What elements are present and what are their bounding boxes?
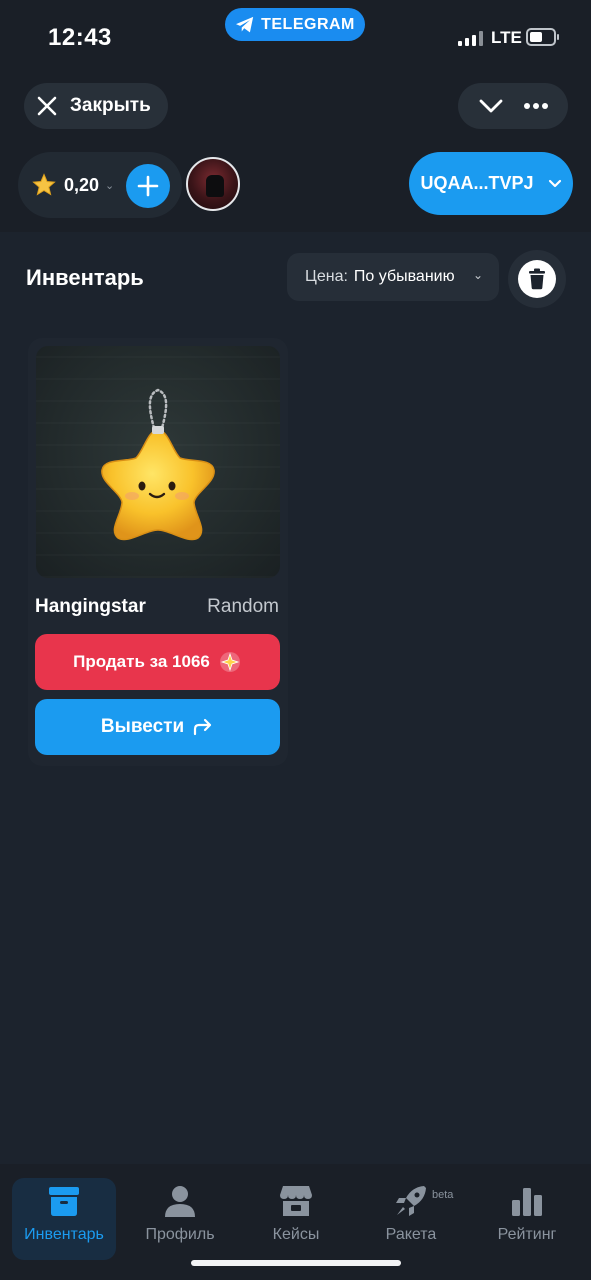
shop-icon <box>280 1186 312 1216</box>
beta-badge: beta <box>432 1189 454 1201</box>
nav-item-profile[interactable]: Профиль <box>128 1178 232 1260</box>
rocket-icon <box>396 1186 426 1216</box>
mini-app-screen: 12:43 TELEGRAM LTE Закрыть 0,20 ⌄ UQAA..… <box>0 0 591 1280</box>
close-icon <box>37 96 57 116</box>
share-arrow-icon <box>194 718 212 736</box>
withdraw-button[interactable]: Вывести <box>35 699 280 755</box>
nav-label-rocket: Ракета <box>385 1226 437 1243</box>
menu-pill <box>458 83 568 129</box>
signal-icon <box>458 30 483 46</box>
chevron-down-icon: ⌄ <box>472 268 483 282</box>
withdraw-label: Вывести <box>100 716 185 737</box>
star-icon <box>32 173 56 196</box>
nav-item-cases[interactable]: Кейсы <box>244 1178 348 1260</box>
sort-label: Цена: <box>305 268 348 285</box>
box-icon <box>49 1187 79 1216</box>
person-icon <box>165 1186 195 1217</box>
wallet-button[interactable]: UQAA...TVPJ <box>409 152 573 215</box>
item-name: Hangingstar <box>35 596 146 617</box>
balance-caret-icon: ⌄ <box>105 179 115 192</box>
clock: 12:43 <box>48 24 112 51</box>
wallet-address: UQAA...TVPJ <box>420 173 534 193</box>
bar-chart-icon <box>512 1188 542 1216</box>
more-dots-icon[interactable] <box>523 102 549 110</box>
trash-icon-circle <box>518 260 556 298</box>
battery-icon <box>526 28 559 46</box>
telegram-plane-icon <box>236 16 254 32</box>
nav-label-cases: Кейсы <box>272 1226 320 1243</box>
telegram-pill-label: TELEGRAM <box>261 15 355 33</box>
home-indicator <box>191 1260 401 1266</box>
chevron-down-icon <box>548 179 561 187</box>
top-bar: Закрыть 0,20 ⌄ UQAA...TVPJ <box>0 70 591 232</box>
sell-label: Продать за 1066 <box>73 652 210 671</box>
nav-label-rating: Рейтинг <box>497 1226 557 1243</box>
sort-select[interactable]: Цена: По убыванию ⌄ <box>287 253 499 301</box>
hanging-star-image <box>101 388 215 541</box>
close-button[interactable]: Закрыть <box>24 83 168 129</box>
close-label: Закрыть <box>70 95 151 116</box>
item-rarity: Random <box>207 596 279 617</box>
delete-button[interactable] <box>508 250 566 308</box>
sparkle-star-icon <box>219 652 240 672</box>
nav-label-profile: Профиль <box>145 1226 215 1243</box>
network-type: LTE <box>491 28 522 47</box>
telegram-pill[interactable]: TELEGRAM <box>225 8 365 41</box>
item-image <box>36 346 280 578</box>
page-title: Инвентарь <box>26 265 144 290</box>
nav-item-inventory[interactable]: Инвентарь <box>12 1178 116 1260</box>
avatar[interactable] <box>186 157 240 211</box>
nav-label-inventory: Инвентарь <box>24 1226 104 1243</box>
chevron-down-icon[interactable] <box>478 97 504 115</box>
balance-chip[interactable]: 0,20 ⌄ <box>18 152 182 218</box>
sell-button[interactable]: Продать за 1066 <box>35 634 280 690</box>
inventory-card[interactable]: Hangingstar Random Продать за 1066 Вывес… <box>28 338 288 766</box>
trash-icon <box>529 268 545 290</box>
sort-value: По убыванию <box>353 268 455 285</box>
balance-value: 0,20 <box>64 174 100 195</box>
plus-icon <box>137 175 159 197</box>
status-bar: 12:43 TELEGRAM LTE <box>0 0 591 70</box>
add-balance-button[interactable] <box>126 164 170 208</box>
nav-item-rating[interactable]: Рейтинг <box>475 1178 579 1260</box>
